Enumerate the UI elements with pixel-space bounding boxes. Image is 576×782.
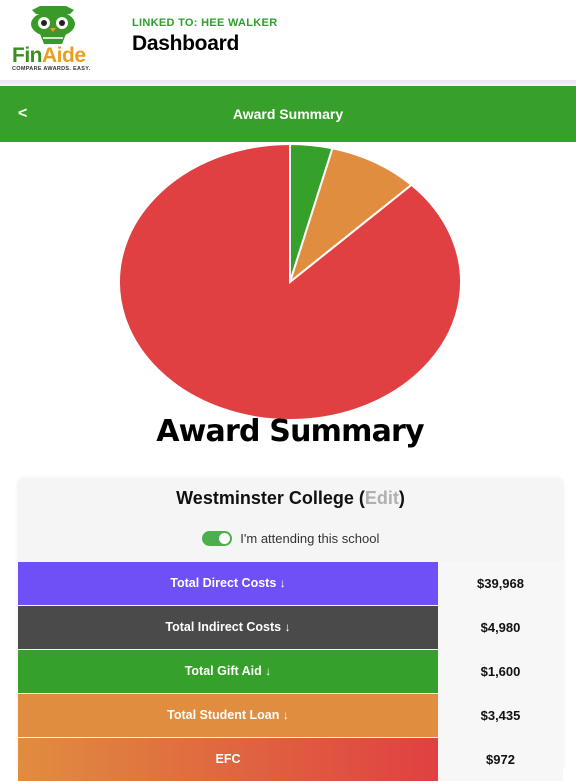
cost-row: Total Student Loan ↓ $3,435 (18, 694, 563, 737)
app-header: FinAide COMPARE AWARDS. EASY. LINKED TO:… (0, 0, 576, 80)
award-pie-chart (118, 142, 462, 421)
edit-school-link[interactable]: Edit (365, 488, 399, 508)
sort-arrow-icon: ↓ (282, 708, 289, 722)
cost-row: Total Direct Costs ↓ $39,968 (18, 562, 563, 605)
sort-arrow-icon: ↓ (265, 664, 272, 678)
cost-row-label[interactable]: Total Student Loan ↓ (18, 694, 438, 737)
sort-arrow-icon: ↓ (279, 576, 286, 590)
attending-row: I'm attending this school (18, 530, 563, 547)
linked-account-label: LINKED TO: HEE WALKER (132, 17, 278, 29)
school-name: Westminster College (176, 488, 354, 508)
cost-row: Total Gift Aid ↓ $1,600 (18, 650, 563, 693)
page-title: Dashboard (132, 32, 239, 55)
cost-row-label[interactable]: Total Gift Aid ↓ (18, 650, 438, 693)
cost-row-label[interactable]: Total Indirect Costs ↓ (18, 606, 438, 649)
school-card: Westminster College (Edit) I'm attending… (18, 478, 563, 781)
cost-row-value: $1,600 (438, 650, 563, 693)
cost-table: Total Direct Costs ↓ $39,968 Total Indir… (18, 562, 563, 782)
cost-row-value: $972 (438, 738, 563, 781)
logo-tagline: COMPARE AWARDS. EASY. (12, 66, 91, 72)
cost-row-label[interactable]: EFC (18, 738, 438, 781)
cost-row-value: $39,968 (438, 562, 563, 605)
attending-toggle[interactable] (201, 531, 232, 547)
attending-label: I'm attending this school (240, 531, 380, 547)
section-navbar: < Award Summary (0, 86, 576, 142)
school-heading: Westminster College (Edit) (176, 488, 405, 508)
sort-arrow-icon: ↓ (284, 620, 291, 634)
cost-row-value: $3,435 (438, 694, 563, 737)
cost-row: EFC $972 (18, 738, 563, 781)
cost-row: Total Indirect Costs ↓ $4,980 (18, 606, 563, 649)
pie-slice-3 (118, 142, 462, 421)
section-title: Award Summary (232, 106, 344, 122)
cost-row-label[interactable]: Total Direct Costs ↓ (18, 562, 438, 605)
cost-row-value: $4,980 (438, 606, 563, 649)
chart-title: Award Summary (156, 414, 424, 449)
logo-wordmark: FinAide (12, 44, 86, 67)
toggle-knob (218, 533, 230, 545)
